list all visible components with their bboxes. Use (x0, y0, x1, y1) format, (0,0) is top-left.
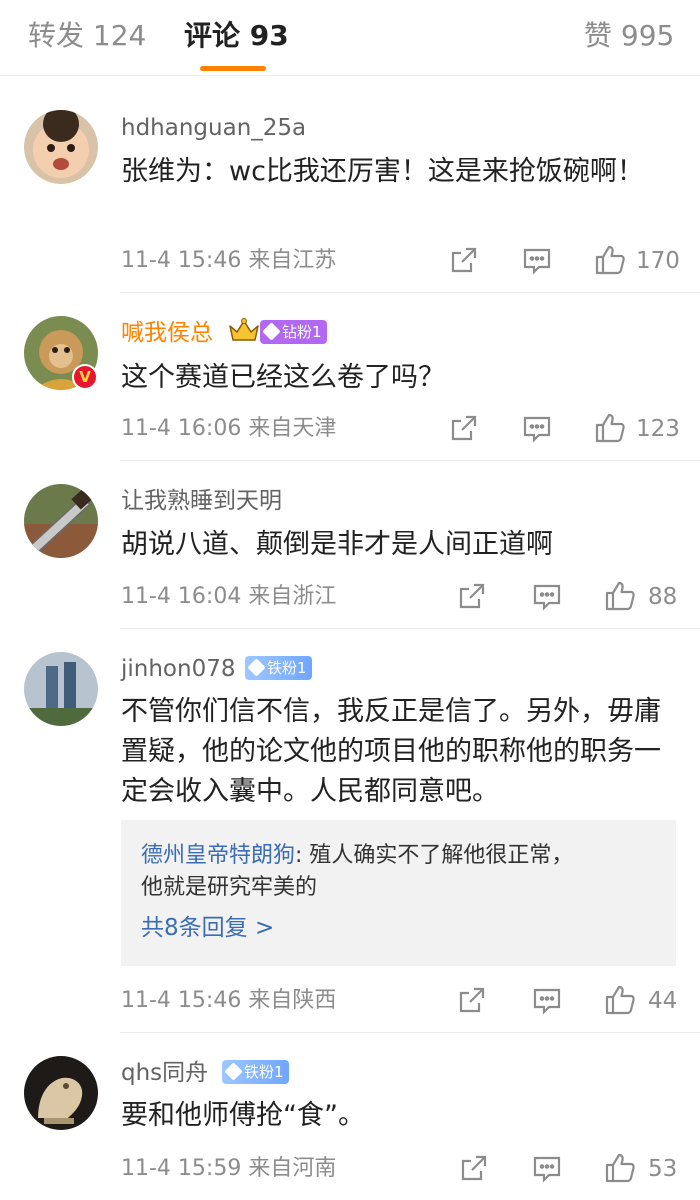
tab-likes[interactable]: 赞 995 (584, 18, 674, 54)
fan-badge: 铁粉1 (245, 656, 312, 680)
share-icon[interactable] (450, 246, 478, 278)
comment-icon[interactable] (522, 246, 552, 278)
like-icon[interactable] (604, 1152, 636, 1184)
like-icon[interactable] (604, 984, 636, 1016)
like-count: 170 (636, 248, 680, 274)
avatar[interactable] (24, 1056, 98, 1130)
reply-text: : 殖人确实不了解他很正常， (295, 843, 574, 868)
active-tab-indicator (200, 66, 266, 71)
comment-meta: 11-4 15:46 来自江苏 (121, 248, 337, 273)
reply-author[interactable]: 德州皇帝特朗狗 (141, 843, 295, 868)
comment-meta: 11-4 16:04 来自浙江 (121, 584, 337, 609)
like-count: 88 (648, 584, 678, 610)
avatar[interactable] (24, 484, 98, 558)
avatar[interactable] (24, 110, 98, 184)
fan-badge: 钻粉1 (260, 320, 327, 344)
diamond-icon (224, 1062, 243, 1081)
reply-text-cont: 他就是研究牢美的 (141, 875, 318, 900)
comment-tabs: 转发 124 评论 93 赞 995 (0, 0, 700, 76)
like-count: 44 (648, 988, 678, 1014)
diamond-icon (262, 322, 281, 341)
verified-badge-icon: V (72, 364, 98, 390)
like-count: 53 (648, 1156, 678, 1182)
crown-icon (228, 318, 260, 344)
comment-text: 这个赛道已经这么卷了吗？ (121, 362, 445, 393)
share-icon[interactable] (458, 582, 486, 614)
like-icon[interactable] (604, 580, 636, 612)
diamond-icon (247, 658, 266, 677)
comment-meta: 11-4 16:06 来自天津 (121, 416, 337, 441)
tab-comments[interactable]: 评论 93 (184, 18, 289, 54)
view-all-replies-link[interactable]: 共8条回复 > (141, 912, 274, 944)
share-icon[interactable] (450, 414, 478, 446)
share-icon[interactable] (458, 986, 486, 1018)
comment-meta: 11-4 15:59 来自河南 (121, 1156, 337, 1181)
comment-icon[interactable] (532, 582, 562, 614)
comment-icon[interactable] (522, 414, 552, 446)
username[interactable]: 喊我侯总 (121, 318, 213, 348)
like-icon[interactable] (594, 244, 626, 276)
username[interactable]: hdhanguan_25a (121, 113, 306, 143)
comment-text: 不管你们信不信，我反正是信了。另外，毋庸置疑，他的论文他的项目他的职称他的职务一… (121, 696, 661, 807)
share-icon[interactable] (460, 1154, 488, 1186)
comment-text: 要和他师傅抢“食”。 (121, 1100, 365, 1131)
username[interactable]: qhs同舟 (121, 1058, 208, 1088)
tab-repost[interactable]: 转发 124 (28, 18, 146, 54)
avatar[interactable] (24, 652, 98, 726)
divider (120, 460, 700, 461)
comment-icon[interactable] (532, 1154, 562, 1186)
divider (120, 1032, 700, 1033)
like-icon[interactable] (594, 412, 626, 444)
username[interactable]: jinhon078 (121, 654, 235, 684)
fan-badge: 铁粉1 (222, 1060, 289, 1084)
comment-meta: 11-4 15:46 来自陕西 (121, 988, 337, 1013)
like-count: 123 (636, 416, 680, 442)
reply-preview[interactable]: 德州皇帝特朗狗: 殖人确实不了解他很正常， 他就是研究牢美的 共8条回复 > (121, 820, 676, 966)
username[interactable]: 让我熟睡到天明 (121, 486, 282, 516)
comment-text: 张维为：wc比我还厉害！这是来抢饭碗啊！ (121, 156, 644, 187)
divider (120, 628, 700, 629)
reply-line: 德州皇帝特朗狗: 殖人确实不了解他很正常， (141, 840, 573, 872)
comment-text: 胡说八道、颠倒是非才是人间正道啊 (121, 529, 553, 560)
comment-icon[interactable] (532, 986, 562, 1018)
divider (120, 292, 700, 293)
